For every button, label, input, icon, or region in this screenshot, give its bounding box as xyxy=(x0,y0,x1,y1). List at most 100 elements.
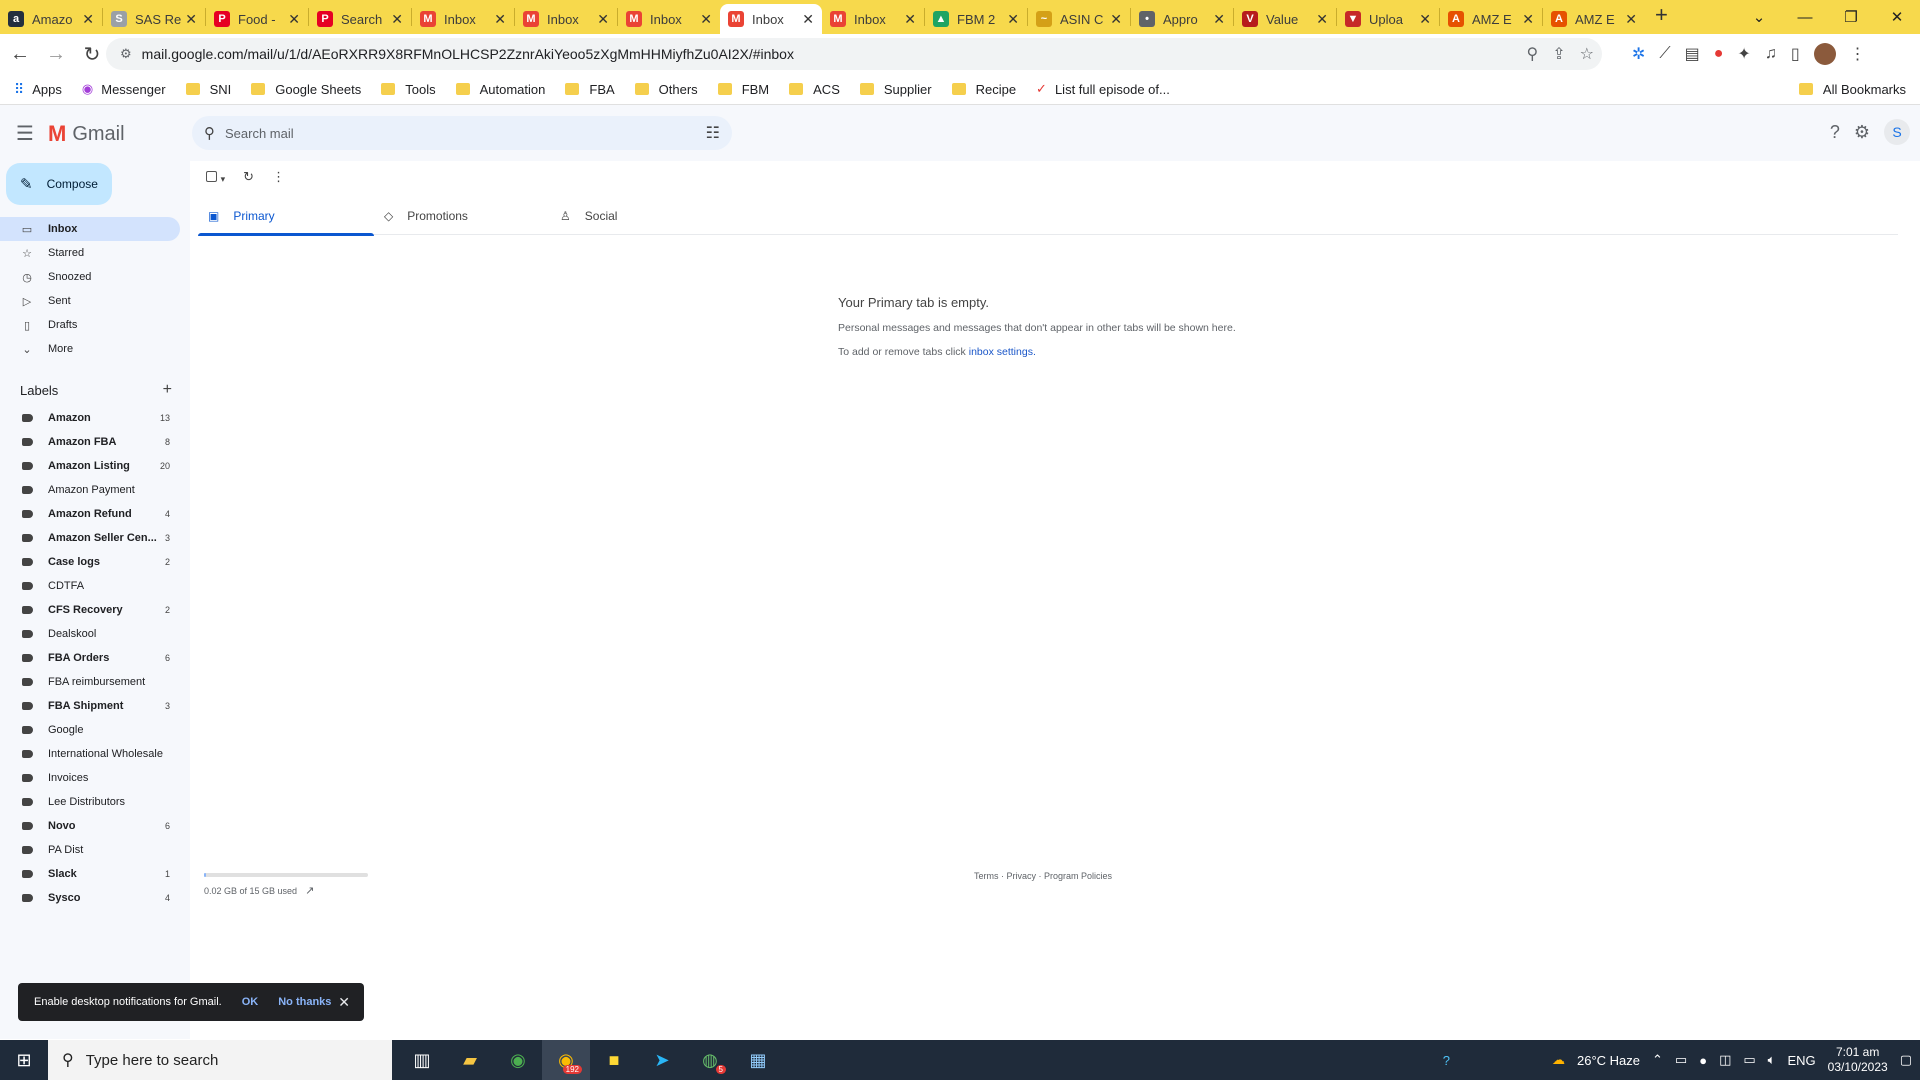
bookmark-item[interactable]: Supplier xyxy=(859,82,932,97)
nav-item-more[interactable]: ⌄ More xyxy=(0,337,180,361)
tab-social[interactable]: ♙ Social xyxy=(550,197,726,235)
chrome-icon[interactable]: ◉ xyxy=(494,1040,542,1080)
puzzle-icon[interactable]: ✦ xyxy=(1737,44,1750,64)
close-tab-icon[interactable]: ✕ xyxy=(185,11,197,28)
close-tab-icon[interactable]: ✕ xyxy=(1007,11,1019,28)
nav-item-drafts[interactable]: ▯ Drafts xyxy=(0,313,180,337)
label-item[interactable]: CFS Recovery 2 xyxy=(0,598,180,622)
tab-search-icon[interactable]: ⌄ xyxy=(1736,0,1782,34)
bookmark-item[interactable]: ✓ List full episode of... xyxy=(1036,81,1170,97)
volume-icon[interactable]: 🔈︎ xyxy=(1768,1052,1776,1068)
share-icon[interactable]: ⇪ xyxy=(1552,44,1565,64)
nav-item-starred[interactable]: ☆ Starred xyxy=(0,241,180,265)
label-item[interactable]: Amazon 13 xyxy=(0,406,180,430)
notifications-icon[interactable]: ▢ xyxy=(1900,1052,1912,1068)
close-tab-icon[interactable]: ✕ xyxy=(1522,11,1534,28)
opera-icon[interactable]: ● xyxy=(1714,45,1724,63)
label-item[interactable]: Novo 6 xyxy=(0,814,180,838)
battery-icon[interactable]: ▭ xyxy=(1743,1052,1755,1068)
meet-icon[interactable]: ● xyxy=(1699,1053,1707,1068)
bookmark-item[interactable]: Others xyxy=(634,82,698,97)
browser-tab[interactable]: M Inbox ✕ xyxy=(822,4,924,34)
refresh-icon[interactable]: ↻ xyxy=(243,169,254,185)
label-item[interactable]: Amazon Payment xyxy=(0,478,180,502)
file-explorer-icon[interactable]: ▰ xyxy=(446,1040,494,1080)
forward-button[interactable]: → xyxy=(40,38,72,70)
tray-overflow-icon[interactable]: ⌃ xyxy=(1652,1052,1663,1068)
browser-tab[interactable]: A AMZ E ✕ xyxy=(1440,4,1542,34)
start-button[interactable]: ⊞ xyxy=(0,1040,48,1080)
search-input[interactable]: Search mail xyxy=(225,126,294,141)
help-tray-icon[interactable]: ? xyxy=(1443,1053,1450,1068)
calculator-icon[interactable]: ▦ xyxy=(734,1040,782,1080)
search-box[interactable]: ⚲ Search mail ☷ xyxy=(192,116,732,150)
close-window-button[interactable]: ✕ xyxy=(1874,0,1920,34)
network-icon[interactable]: ▭ xyxy=(1675,1052,1687,1068)
inbox-settings-link[interactable]: inbox settings. xyxy=(969,346,1036,358)
browser-tab[interactable]: P Search ✕ xyxy=(309,4,411,34)
browser-tab[interactable]: ▲ FBM 2 ✕ xyxy=(925,4,1027,34)
close-tab-icon[interactable]: ✕ xyxy=(1316,11,1328,28)
search-options-icon[interactable]: ☷ xyxy=(706,123,720,143)
browser-tab[interactable]: ~ ASIN C ✕ xyxy=(1028,4,1130,34)
main-menu-icon[interactable]: ☰ xyxy=(16,121,34,146)
label-item[interactable]: PA Dist xyxy=(0,838,180,862)
whatsapp-icon[interactable]: ◍ 5 xyxy=(686,1040,734,1080)
label-item[interactable]: FBA Orders 6 xyxy=(0,646,180,670)
nav-item-inbox[interactable]: ▭ Inbox xyxy=(0,217,180,241)
language-indicator[interactable]: ENG xyxy=(1787,1053,1815,1068)
bookmark-item[interactable]: FBA xyxy=(565,82,615,97)
label-item[interactable]: FBA Shipment 3 xyxy=(0,694,180,718)
label-item[interactable]: International Wholesale xyxy=(0,742,180,766)
bookmark-item[interactable]: ACS xyxy=(789,82,840,97)
more-options-icon[interactable]: ⋮ xyxy=(272,169,285,185)
side-panel-icon[interactable]: ▯ xyxy=(1791,44,1800,64)
sticky-notes-icon[interactable]: ■ xyxy=(590,1040,638,1080)
extension-icon[interactable]: ⟋ xyxy=(1659,45,1670,63)
compose-button[interactable]: ✎ Compose xyxy=(6,163,112,205)
label-item[interactable]: Dealskool xyxy=(0,622,180,646)
bookmark-star-icon[interactable]: ☆ xyxy=(1580,44,1594,64)
label-item[interactable]: Amazon Listing 20 xyxy=(0,454,180,478)
task-view-icon[interactable]: ▥ xyxy=(398,1040,446,1080)
close-tab-icon[interactable]: ✕ xyxy=(1625,11,1637,28)
bookmark-item[interactable]: Automation xyxy=(455,82,545,97)
label-item[interactable]: Invoices xyxy=(0,766,180,790)
browser-tab[interactable]: P Food - ✕ xyxy=(206,4,308,34)
new-tab-button[interactable]: + xyxy=(1645,2,1678,32)
browser-tab[interactable]: M Inbox ✕ xyxy=(618,4,720,34)
browser-tab[interactable]: a Amazo ✕ xyxy=(0,4,102,34)
label-item[interactable]: FBA reimbursement xyxy=(0,670,180,694)
location-icon[interactable]: ◫ xyxy=(1719,1052,1731,1068)
browser-tab[interactable]: M Inbox ✕ xyxy=(412,4,514,34)
bookmark-item[interactable]: Tools xyxy=(381,82,436,97)
clock[interactable]: 7:01 am 03/10/2023 xyxy=(1828,1045,1888,1075)
snackbar-ok-button[interactable]: OK xyxy=(242,996,259,1008)
telegram-icon[interactable]: ➤ xyxy=(638,1040,686,1080)
chrome-profile-icon[interactable]: ◉ 192 xyxy=(542,1040,590,1080)
minimize-button[interactable]: — xyxy=(1782,0,1828,34)
browser-tab[interactable]: M Inbox ✕ xyxy=(515,4,617,34)
menu-kebab-icon[interactable]: ⋮ xyxy=(1850,44,1866,64)
close-tab-icon[interactable]: ✕ xyxy=(391,11,403,28)
footer-links[interactable]: Terms · Privacy · Program Policies xyxy=(974,871,1112,881)
label-item[interactable]: Case logs 2 xyxy=(0,550,180,574)
zoom-icon[interactable]: ⚲ xyxy=(1527,44,1539,64)
browser-tab[interactable]: A AMZ E ✕ xyxy=(1543,4,1645,34)
reload-button[interactable]: ↻ xyxy=(76,38,108,70)
close-tab-icon[interactable]: ✕ xyxy=(82,11,94,28)
label-item[interactable]: Amazon Refund 4 xyxy=(0,502,180,526)
settings-gear-icon[interactable]: ⚙ xyxy=(1854,122,1870,143)
close-icon[interactable]: ✕ xyxy=(338,994,350,1011)
browser-tab[interactable]: S SAS Re ✕ xyxy=(103,4,205,34)
browser-tab[interactable]: M Inbox ✕ xyxy=(720,4,822,34)
close-tab-icon[interactable]: ✕ xyxy=(288,11,300,28)
bookmark-item[interactable]: ◉ Messenger xyxy=(82,81,166,97)
weather-icon[interactable]: ☁ xyxy=(1552,1052,1565,1068)
bookmark-item[interactable]: SNI xyxy=(185,82,231,97)
snackbar-no-thanks-button[interactable]: No thanks xyxy=(278,996,331,1008)
back-button[interactable]: ← xyxy=(4,38,36,70)
extension-icon[interactable]: ▤ xyxy=(1685,44,1700,64)
bookmark-item[interactable]: Recipe xyxy=(951,82,1016,97)
bookmark-item[interactable]: Google Sheets xyxy=(251,82,361,97)
